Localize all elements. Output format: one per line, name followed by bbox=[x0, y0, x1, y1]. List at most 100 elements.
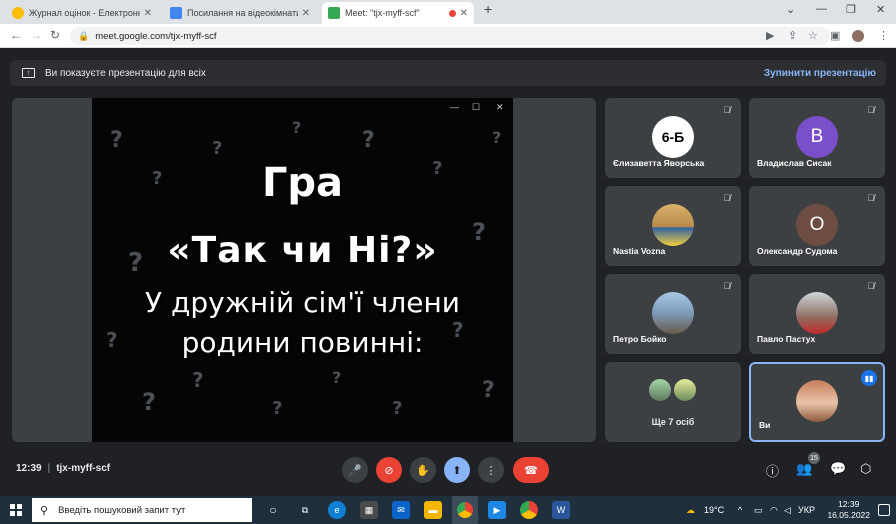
browser-toolbar: ← → ↻ 🔒 meet.google.com/tjx-myff-scf ▶ ⇪… bbox=[0, 24, 896, 48]
presentation-stage: ? ? ? ? ? ? ? ? ? ? ? ? ? ? ? ? ? — ☐ ✕ … bbox=[12, 98, 596, 442]
network-icon[interactable]: ▭ bbox=[754, 505, 763, 516]
restore-icon[interactable]: ❐ bbox=[846, 3, 856, 16]
back-icon[interactable]: ← bbox=[10, 28, 22, 42]
slide-text-line1: У дружній сім'ї члени bbox=[145, 286, 460, 319]
activities-icon[interactable]: ⬡ bbox=[860, 461, 871, 477]
windows-taskbar: ⚲ Введіть пошуковий запит тут ○ ⧉ e ▦ ✉ … bbox=[0, 496, 896, 524]
folder-icon[interactable]: ▬ bbox=[424, 501, 442, 519]
wifi-icon[interactable]: ◠ bbox=[770, 505, 778, 516]
participant-tile[interactable]: 🎙̸ О Олександр Судома bbox=[749, 186, 885, 266]
presentation-slide: ? ? ? ? ? ? ? ? ? ? ? ? ? ? ? ? ? — ☐ ✕ … bbox=[92, 98, 513, 442]
docs-icon bbox=[170, 7, 182, 19]
taskbar-clock[interactable]: 12:39 16.05.2022 bbox=[827, 499, 870, 521]
minimize-icon[interactable]: — bbox=[450, 102, 459, 112]
word-icon[interactable]: W bbox=[552, 501, 570, 519]
more-vert-icon: ⋮ bbox=[485, 464, 497, 477]
mic-off-icon: 🎙̸ bbox=[867, 105, 875, 115]
close-icon[interactable]: ✕ bbox=[496, 102, 504, 113]
minimize-icon[interactable]: — bbox=[816, 3, 827, 15]
stop-presenting-button[interactable]: Зупинити презентацію bbox=[764, 68, 876, 79]
more-options-button[interactable]: ⋮ bbox=[478, 457, 504, 483]
tab-meet[interactable]: Meet: "tjx-myff-scf" ✕ bbox=[322, 2, 474, 24]
participant-name: Олександр Судома bbox=[757, 246, 838, 256]
avatar-photo bbox=[652, 204, 694, 246]
slide-subtitle: «Так чи Ні?» bbox=[167, 230, 438, 271]
store-icon[interactable]: ▦ bbox=[360, 501, 378, 519]
camera-off-button[interactable]: ⊘ bbox=[376, 457, 402, 483]
participant-tile[interactable]: 🎙̸ Nastia Vozna bbox=[605, 186, 741, 266]
reload-icon[interactable]: ↻ bbox=[50, 28, 60, 42]
weather-temp[interactable]: 19°C bbox=[704, 505, 724, 515]
chat-icon[interactable]: 💬 bbox=[830, 461, 846, 477]
self-tile[interactable]: ▮▮ Ви bbox=[749, 362, 885, 442]
chrome-active-icon[interactable] bbox=[452, 496, 478, 524]
end-call-button[interactable]: ☎ bbox=[513, 457, 549, 483]
video-editor-icon[interactable]: ▶ bbox=[488, 501, 506, 519]
language-indicator[interactable]: УКР bbox=[798, 505, 815, 515]
avatar-photo bbox=[648, 378, 672, 402]
info-icon[interactable]: ⓘ bbox=[766, 461, 779, 480]
new-tab-button[interactable]: + bbox=[484, 1, 492, 17]
meeting-info: 12:39 | tjx-myff-scf bbox=[16, 463, 111, 474]
participant-tile[interactable]: 🎙̸ Павло Пастух bbox=[749, 274, 885, 354]
participant-tile[interactable]: 🎙̸ Петро Бойко bbox=[605, 274, 741, 354]
question-mark-decor: ? bbox=[482, 378, 495, 403]
menu-icon[interactable]: ⋮ bbox=[878, 29, 889, 42]
close-icon[interactable]: ✕ bbox=[302, 8, 310, 19]
avatar: В bbox=[796, 116, 838, 158]
avatar-photo bbox=[673, 378, 697, 402]
participant-tile[interactable]: 🎙̸ В Владислав Сисак bbox=[749, 98, 885, 178]
people-icon[interactable]: 👥 bbox=[796, 461, 812, 477]
present-screen-icon: ⬆ bbox=[452, 464, 462, 477]
url-text: meet.google.com/tjx-myff-scf bbox=[95, 30, 217, 42]
task-view-icon[interactable]: ⧉ bbox=[296, 501, 314, 519]
meeting-code: tjx-myff-scf bbox=[56, 463, 111, 474]
chrome-icon[interactable] bbox=[520, 501, 538, 519]
present-icon: ↑ bbox=[22, 68, 35, 78]
notifications-icon[interactable] bbox=[878, 504, 890, 516]
speaking-indicator-icon: ▮▮ bbox=[861, 370, 877, 386]
chevron-down-icon[interactable]: ⌄ bbox=[786, 3, 795, 16]
tray-chevron-icon[interactable]: ^ bbox=[738, 505, 742, 515]
question-mark-decor: ? bbox=[192, 368, 204, 392]
question-mark-decor: ? bbox=[392, 398, 403, 419]
avatar: О bbox=[796, 204, 838, 246]
star-icon[interactable]: ☆ bbox=[808, 29, 818, 42]
participant-name: Петро Бойко bbox=[613, 334, 667, 344]
participant-tile[interactable]: 🎙̸ 6-Б Єлизаветта Яворська bbox=[605, 98, 741, 178]
raise-hand-button[interactable]: ✋ bbox=[410, 457, 436, 483]
mail-icon[interactable]: ✉ bbox=[392, 501, 410, 519]
taskbar-search[interactable]: ⚲ Введіть пошуковий запит тут bbox=[32, 498, 252, 522]
slide-title: Гра bbox=[261, 160, 344, 206]
tab-links[interactable]: Посилання на відеокімнати - Go ✕ bbox=[164, 2, 316, 24]
camera-icon[interactable]: ▶ bbox=[766, 29, 774, 42]
share-icon[interactable]: ⇪ bbox=[788, 29, 797, 42]
people-count-badge: 15 bbox=[808, 452, 820, 464]
forward-icon[interactable]: → bbox=[30, 28, 42, 42]
close-icon[interactable]: ✕ bbox=[144, 8, 152, 19]
mic-off-icon: 🎙̸ bbox=[723, 105, 731, 115]
screen: Журнал оцінок - Електронні щ ✕ Посилання… bbox=[0, 0, 896, 524]
avatar-photo bbox=[652, 292, 694, 334]
cortana-icon[interactable]: ○ bbox=[264, 501, 282, 519]
more-participants-tile[interactable]: Ще 7 осіб bbox=[605, 362, 741, 442]
edge-icon[interactable]: e bbox=[328, 501, 346, 519]
microphone-button[interactable]: 🎤 bbox=[342, 457, 368, 483]
volume-icon[interactable]: ◁ bbox=[784, 505, 791, 516]
close-window-icon[interactable]: ✕ bbox=[876, 3, 885, 16]
clock-time: 12:39 bbox=[838, 499, 860, 509]
windows-start-icon[interactable] bbox=[10, 504, 22, 516]
tab-label: Посилання на відеокімнати - Go bbox=[187, 8, 298, 18]
maximize-icon[interactable]: ☐ bbox=[472, 102, 480, 113]
tab-journal[interactable]: Журнал оцінок - Електронні щ ✕ bbox=[6, 2, 158, 24]
question-mark-decor: ? bbox=[272, 398, 283, 419]
participant-name: Павло Пастух bbox=[757, 334, 816, 344]
present-button[interactable]: ⬆ bbox=[444, 457, 470, 483]
participant-name: Єлизаветта Яворська bbox=[613, 158, 705, 168]
close-icon[interactable]: ✕ bbox=[460, 8, 468, 19]
extensions-icon[interactable]: ▣ bbox=[830, 29, 840, 42]
address-bar[interactable]: 🔒 meet.google.com/tjx-myff-scf bbox=[70, 27, 830, 45]
lock-icon: 🔒 bbox=[78, 30, 90, 41]
avatar: 6-Б bbox=[652, 116, 694, 158]
profile-avatar[interactable] bbox=[852, 30, 864, 42]
